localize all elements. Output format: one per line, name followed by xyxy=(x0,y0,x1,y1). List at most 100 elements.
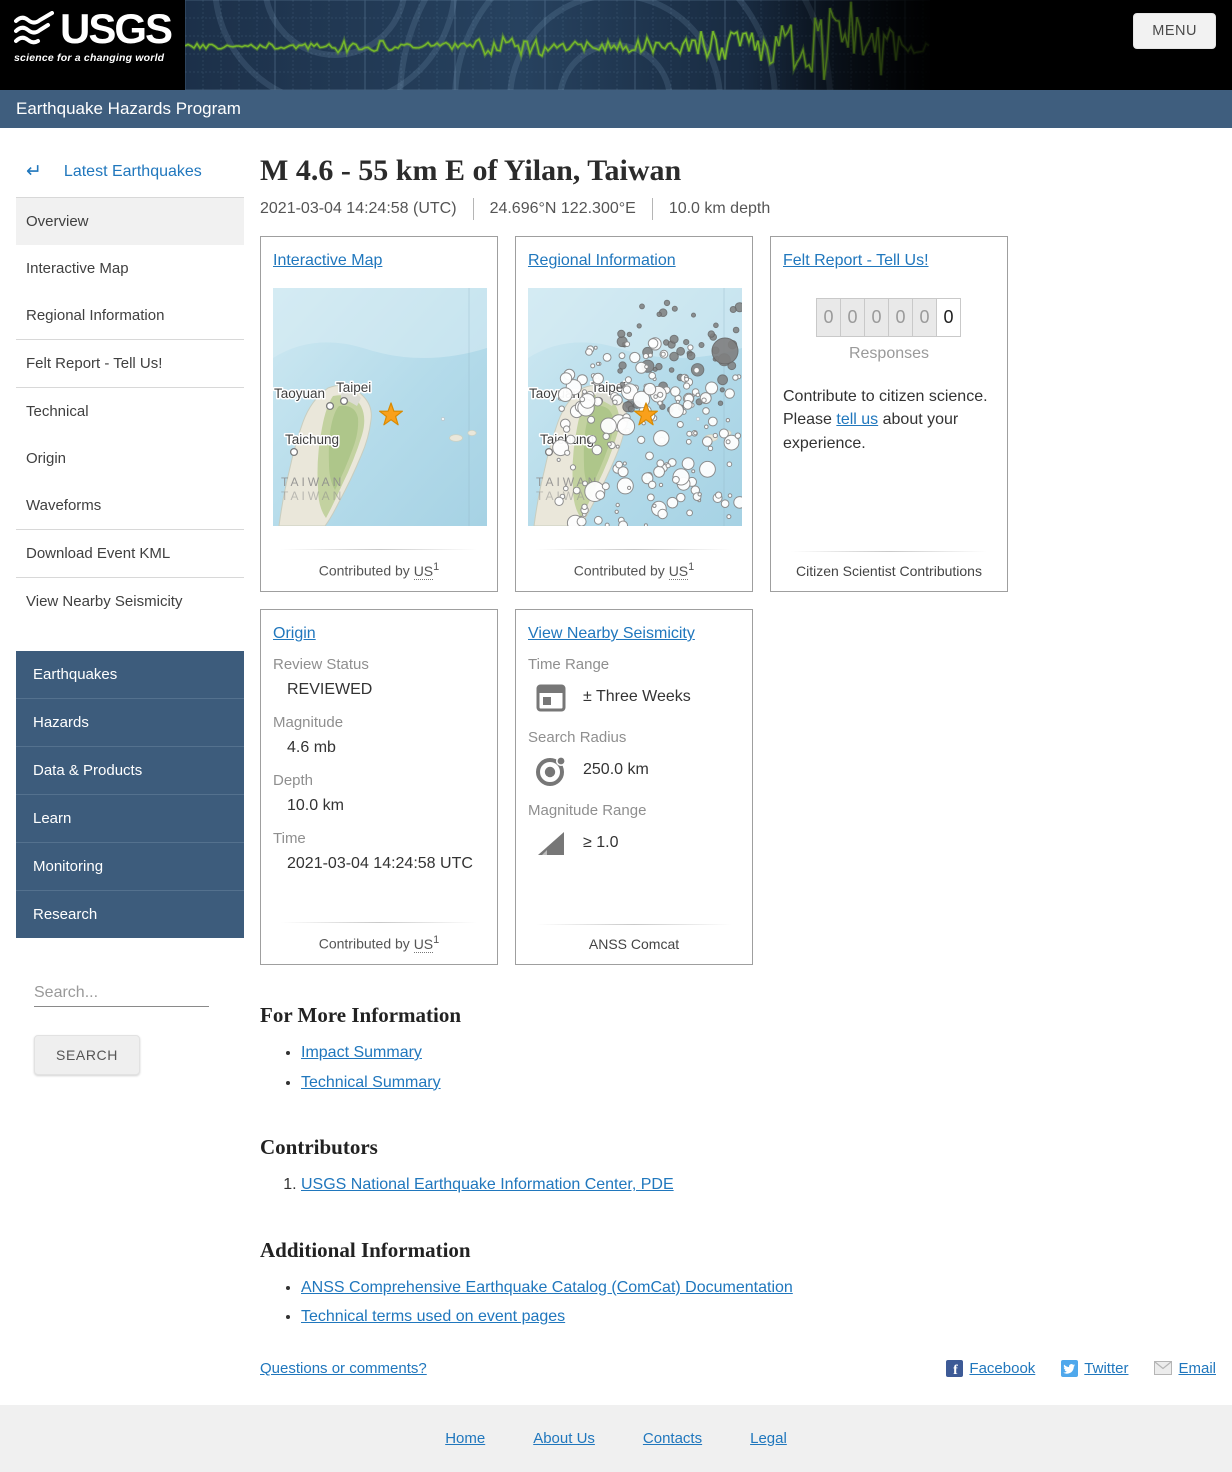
search-input[interactable] xyxy=(34,980,209,1007)
search-radius-label: Search Radius xyxy=(528,729,740,746)
responses-counter: 0 0 0 0 0 0 xyxy=(783,298,995,337)
attribution-footnote: 1 xyxy=(433,561,439,573)
felt-report-card: Felt Report - Tell Us! 0 0 0 0 0 0 Respo… xyxy=(770,236,1008,592)
regional-information-card: Regional Information Contributed by US1 xyxy=(515,236,753,592)
footer-home-link[interactable]: Home xyxy=(445,1430,485,1447)
interactive-map-thumbnail[interactable] xyxy=(273,288,485,526)
time-value: 2021-03-04 14:24:58 UTC xyxy=(287,855,485,873)
counter-digit: 0 xyxy=(912,298,937,337)
contributors-list: USGS National Earthquake Information Cen… xyxy=(260,1170,1216,1200)
sidebar-item-view-nearby-seismicity[interactable]: View Nearby Seismicity xyxy=(16,578,244,625)
counter-digit: 0 xyxy=(816,298,841,337)
sidebar-item-waveforms[interactable]: Waveforms xyxy=(16,482,244,529)
sidebar-item-download-kml[interactable]: Download Event KML xyxy=(16,530,244,577)
interactive-map-link[interactable]: Interactive Map xyxy=(273,252,382,269)
twitter-icon xyxy=(1061,1360,1078,1377)
back-to-latest-earthquakes-link[interactable]: ↵ Latest Earthquakes xyxy=(16,154,244,197)
additional-info-list: ANSS Comprehensive Earthquake Catalog (C… xyxy=(260,1273,1216,1332)
counter-digit: 0 xyxy=(864,298,889,337)
counter-digit: 0 xyxy=(888,298,913,337)
email-link[interactable]: Email xyxy=(1154,1360,1216,1377)
event-coordinates: 24.696°N 122.300°E xyxy=(473,198,652,220)
tell-us-link[interactable]: tell us xyxy=(836,411,878,428)
review-status-value: REVIEWED xyxy=(287,681,485,699)
back-arrow-icon: ↵ xyxy=(26,162,42,181)
nav-item-research[interactable]: Research xyxy=(16,890,244,938)
attribution-source-link[interactable]: US xyxy=(414,936,433,953)
nav-item-data-products[interactable]: Data & Products xyxy=(16,746,244,794)
twitter-link[interactable]: Twitter xyxy=(1061,1360,1128,1377)
felt-report-link[interactable]: Felt Report - Tell Us! xyxy=(783,252,929,269)
nav-item-monitoring[interactable]: Monitoring xyxy=(16,842,244,890)
more-info-heading: For More Information xyxy=(260,1003,1216,1028)
program-bar[interactable]: Earthquake Hazards Program xyxy=(0,90,1232,128)
event-meta: 2021-03-04 14:24:58 (UTC) 24.696°N 122.3… xyxy=(260,198,1216,220)
counter-digit: 0 xyxy=(840,298,865,337)
impact-summary-link[interactable]: Impact Summary xyxy=(301,1044,422,1061)
facebook-label: Facebook xyxy=(969,1360,1035,1377)
review-status-label: Review Status xyxy=(273,656,485,673)
sidebar-item-interactive-map[interactable]: Interactive Map xyxy=(16,245,244,292)
magnitude-range-label: Magnitude Range xyxy=(528,802,740,819)
questions-comments-link[interactable]: Questions or comments? xyxy=(260,1360,427,1377)
page-title: M 4.6 - 55 km E of Yilan, Taiwan xyxy=(260,154,1216,188)
bottom-row: Questions or comments? f Facebook Twitte… xyxy=(260,1360,1216,1377)
attribution-prefix: Contributed by xyxy=(319,563,410,579)
counter-digit-active: 0 xyxy=(936,298,961,337)
sidebar-item-felt-report[interactable]: Felt Report - Tell Us! xyxy=(16,340,244,387)
list-item: Technical terms used on event pages xyxy=(301,1302,1216,1332)
footer-legal-link[interactable]: Legal xyxy=(750,1430,787,1447)
felt-report-footer: Citizen Scientist Contributions xyxy=(783,551,995,579)
search-radius-value: 250.0 km xyxy=(583,761,649,779)
nearby-seismicity-card: View Nearby Seismicity Time Range ± Thre… xyxy=(515,609,753,965)
footer-about-link[interactable]: About Us xyxy=(533,1430,595,1447)
felt-report-text: Contribute to citizen science. Please te… xyxy=(783,385,995,455)
magnitude-triangle-icon xyxy=(534,826,568,860)
responses-label: Responses xyxy=(783,345,995,363)
comcat-documentation-link[interactable]: ANSS Comprehensive Earthquake Catalog (C… xyxy=(301,1279,793,1296)
summary-cards: Interactive Map Contributed by US1 Regio… xyxy=(260,236,1026,965)
facebook-link[interactable]: f Facebook xyxy=(946,1360,1035,1377)
regional-information-link[interactable]: Regional Information xyxy=(528,252,676,269)
sidebar: ↵ Latest Earthquakes Overview Interactiv… xyxy=(16,128,244,1105)
attribution-source-link[interactable]: US xyxy=(669,563,688,580)
search-box: SEARCH xyxy=(24,980,236,1105)
sidebar-item-origin[interactable]: Origin xyxy=(16,435,244,482)
attribution-footnote: 1 xyxy=(433,934,439,946)
more-info-list: Impact Summary Technical Summary xyxy=(260,1038,1216,1097)
event-depth: 10.0 km depth xyxy=(652,198,786,220)
list-item: Technical Summary xyxy=(301,1068,1216,1098)
contributor-neic-link[interactable]: USGS National Earthquake Information Cen… xyxy=(301,1176,674,1193)
sidebar-item-regional-information[interactable]: Regional Information xyxy=(16,292,244,339)
sidebar-item-technical[interactable]: Technical xyxy=(16,388,244,435)
nav-item-learn[interactable]: Learn xyxy=(16,794,244,842)
nav-item-hazards[interactable]: Hazards xyxy=(16,698,244,746)
event-time: 2021-03-04 14:24:58 (UTC) xyxy=(260,198,473,220)
sidebar-item-overview[interactable]: Overview xyxy=(16,198,244,245)
attribution-footnote: 1 xyxy=(688,561,694,573)
attribution-source-link[interactable]: US xyxy=(414,563,433,580)
main-content: M 4.6 - 55 km E of Yilan, Taiwan 2021-03… xyxy=(244,128,1216,1399)
email-icon xyxy=(1154,1361,1172,1375)
social-links: f Facebook Twitter Email xyxy=(946,1360,1216,1377)
nav-item-earthquakes[interactable]: Earthquakes xyxy=(16,651,244,698)
origin-link[interactable]: Origin xyxy=(273,625,316,642)
seismograph-banner xyxy=(185,0,930,90)
search-button[interactable]: SEARCH xyxy=(34,1035,140,1075)
twitter-label: Twitter xyxy=(1084,1360,1128,1377)
usgs-waves-icon xyxy=(14,11,54,47)
email-label: Email xyxy=(1178,1360,1216,1377)
usgs-tagline: science for a changing world xyxy=(14,52,189,64)
menu-button[interactable]: MENU xyxy=(1133,13,1216,49)
usgs-logo[interactable]: USGS science for a changing world xyxy=(14,8,189,82)
footer-contacts-link[interactable]: Contacts xyxy=(643,1430,702,1447)
view-nearby-seismicity-link[interactable]: View Nearby Seismicity xyxy=(528,625,695,642)
technical-terms-link[interactable]: Technical terms used on event pages xyxy=(301,1308,565,1325)
regional-map-thumbnail[interactable] xyxy=(528,288,740,526)
list-item: ANSS Comprehensive Earthquake Catalog (C… xyxy=(301,1273,1216,1303)
svg-text:f: f xyxy=(954,1363,959,1377)
radius-icon xyxy=(534,753,568,787)
time-range-value: ± Three Weeks xyxy=(583,688,691,706)
technical-summary-link[interactable]: Technical Summary xyxy=(301,1074,441,1091)
contributors-heading: Contributors xyxy=(260,1135,1216,1160)
